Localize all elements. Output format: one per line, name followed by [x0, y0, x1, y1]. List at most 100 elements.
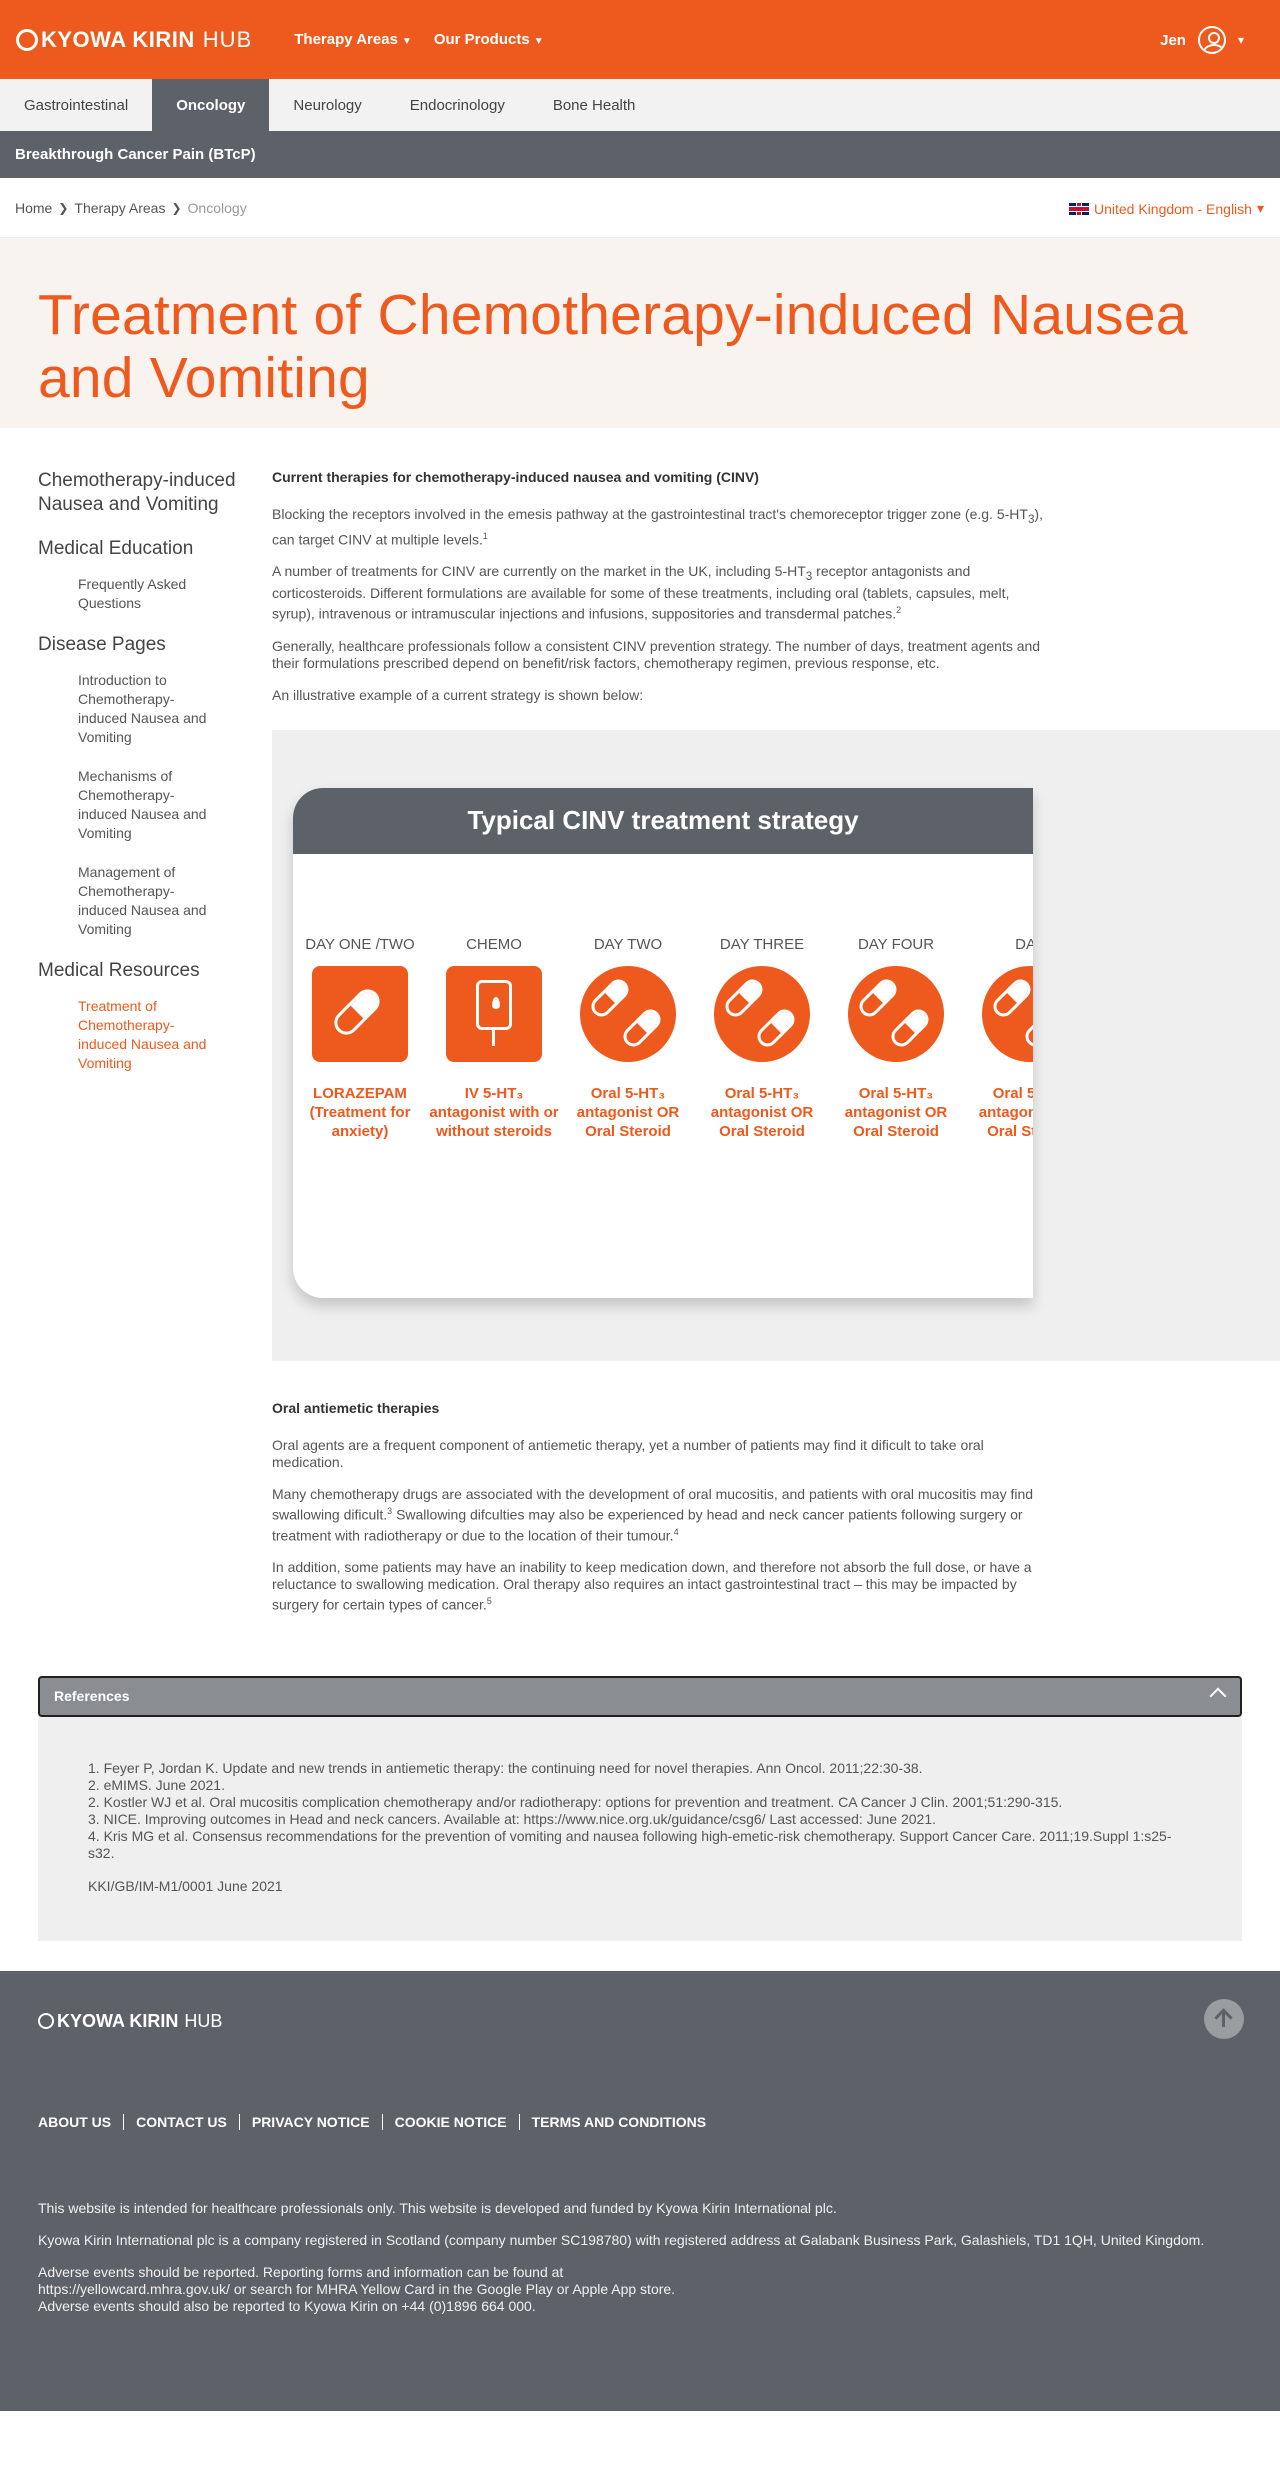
footer-company-info: Kyowa Kirin International plc is a compa…	[38, 2231, 1205, 2248]
footer-logo[interactable]: KYOWA KIRIN HUB	[38, 2011, 1242, 2032]
text: In addition, some patients may have an i…	[272, 1559, 1032, 1613]
reference-item: 4. Kris MG et al. Consensus recommendati…	[88, 1827, 1172, 1861]
sidebar-item-introduction[interactable]: Introduction to Chemotherapy-induced Nau…	[78, 671, 218, 747]
footer-adverse-events: Adverse events should be reported. Repor…	[38, 2264, 1242, 2315]
drug-label: Oral 5-HT₃ antagonist OR Oral Steroid	[978, 1084, 1033, 1140]
iv-bag-icon	[446, 965, 542, 1062]
page-hero: Treatment of Chemotherapy-induced Nausea…	[0, 238, 1280, 428]
paragraph: Oral agents are a frequent component of …	[272, 1436, 984, 1470]
language-selector[interactable]: United Kingdom - English ▾	[1068, 200, 1264, 217]
section-bar-btcp[interactable]: Breakthrough Cancer Pain (BTcP)	[0, 131, 1280, 178]
capsules-icon	[982, 965, 1033, 1062]
brand-suffix: HUB	[202, 26, 253, 52]
day-label: DAY FOUR	[857, 935, 935, 953]
top-bar: KYOWA KIRIN HUB Therapy Areas ▼ Our Produ…	[0, 0, 1280, 79]
day-column: DAY FOUR Oral 5-HT₃ antagonist OR Oral S…	[829, 936, 963, 1141]
tab-oncology[interactable]: Oncology	[152, 79, 270, 131]
chevron-down-icon: ▼	[401, 36, 412, 47]
chevron-down-icon: ▾	[1256, 200, 1264, 216]
references-toggle[interactable]: References	[38, 1675, 1242, 1717]
footer-link-about[interactable]: ABOUT US	[38, 2114, 123, 2130]
chevron-down-icon: ▾	[1237, 33, 1244, 47]
day-label: DAY ONE /TWO	[305, 935, 415, 953]
day-label: CHEMO	[466, 935, 522, 953]
job-code: KKI/GB/IM-M1/0001 June 2021	[88, 1877, 283, 1894]
pill-shape	[753, 1005, 799, 1051]
references-body: 1. Feyer P, Jordan K. Update and new tre…	[38, 1717, 1242, 1941]
footer: KYOWA KIRIN HUB ABOUT US CONTACT US PRIV…	[0, 1970, 1280, 2411]
reference-marker: 5	[486, 1596, 492, 1607]
oral-therapies-section: Oral antiemetic therapies Oral agents ar…	[272, 1361, 1052, 1614]
pill-shape	[887, 1005, 933, 1051]
sidebar-item-medical-resources[interactable]: Medical Resources	[38, 959, 272, 983]
strategy-card: Typical CINV treatment strategy DAY ONE …	[293, 787, 1033, 1298]
user-name: Jen	[1160, 31, 1186, 49]
current-therapies-heading: Current therapies for chemotherapy-induc…	[272, 469, 759, 485]
day-column: DAY ONE /TWO LORAZEPAM (Treatment for an…	[293, 936, 427, 1141]
sidebar-item-treatment[interactable]: Treatment of Chemotherapy-induced Nausea…	[78, 997, 218, 1073]
sidebar-item-medical-education[interactable]: Medical Education	[38, 537, 272, 561]
nav-therapy-areas[interactable]: Therapy Areas ▼	[294, 31, 412, 48]
pill-shape	[619, 1005, 665, 1051]
tab-endocrinology[interactable]: Endocrinology	[386, 79, 529, 131]
strategy-figure: Typical CINV treatment strategy DAY ONE …	[272, 729, 1280, 1361]
drug-label: Oral 5-HT₃ antagonist OR Oral Steroid	[576, 1084, 680, 1140]
capsule-icon	[312, 965, 408, 1062]
day-label: DAY THREE	[719, 935, 805, 953]
tab-neurology[interactable]: Neurology	[269, 79, 385, 131]
reference-item: 2. eMIMS. June 2021.	[88, 1776, 225, 1793]
sidebar-item-disease-pages[interactable]: Disease Pages	[38, 633, 272, 657]
footer-link-contact[interactable]: CONTACT US	[123, 2113, 239, 2130]
pill-shape	[855, 975, 901, 1021]
footer-link-cookie[interactable]: COOKIE NOTICE	[381, 2113, 519, 2130]
oral-therapies-heading: Oral antiemetic therapies	[272, 1399, 440, 1416]
footer-link-privacy[interactable]: PRIVACY NOTICE	[238, 2113, 382, 2130]
tab-bone-health[interactable]: Bone Health	[529, 79, 660, 131]
footer-adverse-link[interactable]: https://yellowcard.mhra.gov.uk/ or searc…	[38, 2281, 1242, 2298]
footer-link-terms[interactable]: TERMS AND CONDITIONS	[518, 2113, 718, 2130]
text: Blocking the receptors involved in the e…	[272, 506, 1028, 522]
breadcrumb: Home ❯ Therapy Areas ❯ Oncology United K…	[0, 178, 1280, 238]
day-label: DAY	[1015, 935, 1033, 953]
drug-label: LORAZEPAM (Treatment for anxiety)	[309, 1084, 411, 1140]
sidebar-item-management[interactable]: Management of Chemotherapy-induced Nause…	[78, 863, 218, 939]
user-menu[interactable]: Jen ▾	[1160, 26, 1244, 54]
figure-title: Typical CINV treatment strategy	[293, 787, 1033, 854]
footer-adverse-line: Adverse events should be reported. Repor…	[38, 2263, 564, 2280]
day-timeline: DAY ONE /TWO LORAZEPAM (Treatment for an…	[293, 936, 1033, 1141]
pill-shape	[989, 975, 1033, 1021]
reference-marker: 1	[482, 530, 488, 541]
tab-gastrointestinal[interactable]: Gastrointestinal	[0, 79, 152, 131]
therapy-subnav: Gastrointestinal Oncology Neurology Endo…	[0, 79, 1280, 131]
kyowa-kirin-logo[interactable]: KYOWA KIRIN HUB	[16, 27, 252, 53]
capsules-icon	[714, 965, 810, 1062]
logo-mark-icon	[38, 2013, 54, 2030]
paragraph: A number of treatments for CINV are curr…	[272, 563, 1052, 622]
breadcrumb-home[interactable]: Home	[15, 200, 52, 216]
sidebar-item-cinv[interactable]: Chemotherapy-induced Nausea and Vomiting	[38, 469, 272, 517]
paragraph: Blocking the receptors involved in the e…	[272, 506, 1052, 548]
references-accordion: References 1. Feyer P, Jordan K. Update …	[38, 1675, 1242, 1941]
pill-shape	[1021, 1005, 1033, 1051]
paragraph: An illustrative example of a current str…	[272, 686, 644, 703]
chevron-up-icon	[1209, 1687, 1227, 1705]
sidebar-item-mechanisms[interactable]: Mechanisms of Chemotherapy-induced Nause…	[78, 767, 218, 843]
paragraph: Many chemotherapy drugs are associated w…	[272, 1486, 1052, 1544]
footer-links: ABOUT US CONTACT US PRIVACY NOTICE COOKI…	[38, 2113, 1242, 2130]
day-label: DAY TWO	[593, 935, 663, 953]
footer-disclaimer: This website is intended for healthcare …	[38, 2199, 837, 2216]
breadcrumb-therapy-areas[interactable]: Therapy Areas	[74, 200, 165, 216]
pill-shape	[721, 975, 767, 1021]
bag-shape	[476, 979, 512, 1030]
scroll-to-top-button[interactable]	[1204, 1998, 1244, 2039]
nav-our-products-label: Our Products	[433, 31, 530, 48]
chevron-down-icon: ▼	[533, 36, 544, 47]
sidebar-item-faq[interactable]: Frequently Asked Questions	[78, 575, 218, 613]
day-column: DAY Oral 5-HT₃ antagonist OR Oral Steroi…	[963, 936, 1033, 1141]
reference-marker: 4	[673, 1526, 679, 1537]
user-icon	[1197, 26, 1226, 54]
logo-mark-icon	[16, 28, 38, 51]
top-nav: Therapy Areas ▼ Our Products ▼	[294, 31, 543, 48]
footer-brand: KYOWA KIRIN	[57, 2010, 179, 2031]
nav-our-products[interactable]: Our Products ▼	[434, 31, 544, 48]
